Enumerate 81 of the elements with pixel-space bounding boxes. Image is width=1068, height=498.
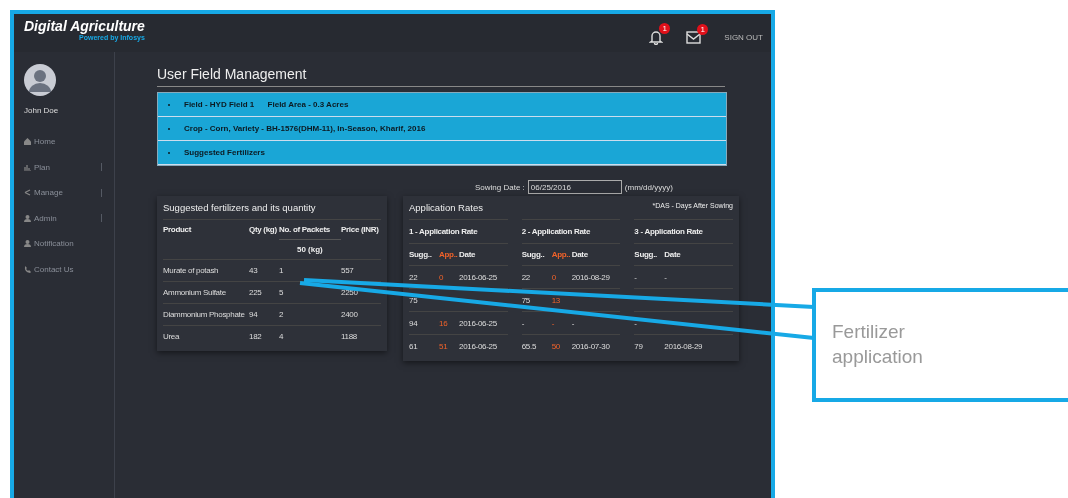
- count-badge: 1: [659, 23, 671, 34]
- callout-text: Fertilizer application: [832, 320, 924, 369]
- table-cell: 50: [551, 341, 560, 351]
- table-cell: 22: [521, 272, 530, 282]
- column-header: App..: [439, 249, 459, 261]
- rate-group-title: 1 - Application Rate: [409, 219, 508, 244]
- sidebar-item[interactable]: Contact Us: [24, 256, 114, 282]
- table-cell: 1: [279, 259, 341, 281]
- table-cell: Murate of potash: [163, 259, 249, 281]
- table-cell: -: [664, 272, 667, 282]
- table-cell: 13: [551, 295, 560, 305]
- table-cell: 2016-06-25: [459, 272, 497, 282]
- table-cell: 2016-08-29: [571, 272, 610, 282]
- column-header: Price (INR): [341, 224, 380, 236]
- table-cell: -: [634, 318, 637, 328]
- column-header: Date: [459, 249, 477, 261]
- column-header: App..: [551, 249, 572, 261]
- column-header: Qty (kg): [249, 224, 278, 236]
- table-cell: 2016-08-29: [664, 341, 703, 351]
- table-cell: 2016-07-30: [571, 341, 610, 351]
- date-format-hint: (mm/dd/yyyy): [624, 182, 673, 192]
- accordion-header[interactable]: Suggested Fertilizers: [158, 141, 726, 165]
- table-cell: -: [571, 318, 575, 328]
- user-name: John Doe: [24, 106, 60, 115]
- page-title: User Field Management: [157, 66, 725, 87]
- sidebar-item[interactable]: Notification: [24, 231, 114, 257]
- table-cell: 43: [249, 259, 279, 281]
- sidebar-item[interactable]: Home: [24, 129, 114, 155]
- table-cell: 1188: [341, 325, 381, 347]
- table-cell: Urea: [163, 325, 249, 347]
- table-cell: 2016-06-25: [459, 341, 497, 351]
- column-header: Product: [163, 224, 193, 236]
- table-cell: -: [521, 318, 525, 328]
- panel-title: Application Rates: [409, 201, 483, 215]
- table-cell: 2: [279, 303, 341, 325]
- column-header: Date: [664, 249, 682, 261]
- column-header: Date: [571, 249, 589, 261]
- messages-button[interactable]: 1: [686, 24, 709, 44]
- table-cell: Ammonium Sulfate: [163, 281, 249, 303]
- sign-out-link[interactable]: SIGN OUT: [724, 33, 763, 42]
- table-cell: 16: [439, 318, 448, 328]
- table-cell: 2250: [341, 281, 381, 303]
- table-cell: 225: [249, 281, 279, 303]
- table-cell: 4: [279, 325, 341, 347]
- sidebar-item[interactable]: Plan: [24, 154, 114, 180]
- table-cell: 61: [409, 341, 418, 351]
- table-cell: 5: [279, 281, 341, 303]
- sowing-date-field[interactable]: 06/25/2016: [527, 180, 622, 194]
- panel-title: Suggested fertilizers and its quantity: [163, 200, 381, 220]
- column-header: Sugg..: [409, 249, 433, 261]
- table-cell: -: [551, 318, 555, 328]
- app-logo-title: Digital Agriculture: [24, 18, 145, 34]
- sidebar-item[interactable]: Manage: [24, 180, 114, 206]
- column-subheader: 50 (kg): [296, 244, 324, 256]
- table-cell: 94: [409, 318, 418, 328]
- accordion-header[interactable]: Field - HYD Field 1 Field Area - 0.3 Acres: [158, 93, 726, 117]
- table-cell: 75: [521, 295, 530, 305]
- rate-group-title: 2 - Application Rate: [521, 219, 621, 244]
- table-cell: 22: [409, 272, 418, 282]
- table-cell: 79: [634, 341, 643, 351]
- accordion-header[interactable]: Crop - Corn, Variety - BH-1576(DHM-11), In-Season, Kharif, 2016: [158, 117, 726, 141]
- table-cell: 75: [409, 295, 418, 305]
- column-header: Sugg..: [521, 249, 546, 261]
- table-cell: 2016-06-25: [459, 318, 497, 328]
- sidebar-item[interactable]: Admin: [24, 205, 114, 231]
- table-cell: 94: [249, 303, 279, 325]
- count-badge: 1: [697, 24, 709, 35]
- table-cell: 0: [439, 272, 444, 282]
- table-cell: 2400: [341, 303, 381, 325]
- column-header: No. of Packets: [279, 220, 341, 240]
- table-cell: -: [634, 272, 637, 282]
- table-cell: Diammonium Phosphate: [163, 303, 249, 325]
- table-cell: 0: [551, 272, 556, 282]
- table-cell: 65.5: [521, 341, 537, 351]
- notification-button[interactable]: 1: [649, 23, 671, 45]
- sowing-date-label: Sowing Date :: [475, 182, 525, 192]
- column-header: Sugg..: [634, 249, 658, 261]
- table-cell: 557: [341, 259, 381, 281]
- table-cell: 51: [439, 341, 448, 351]
- table-cell: 182: [249, 325, 279, 347]
- rate-group-title: 3 - Application Rate: [634, 219, 733, 244]
